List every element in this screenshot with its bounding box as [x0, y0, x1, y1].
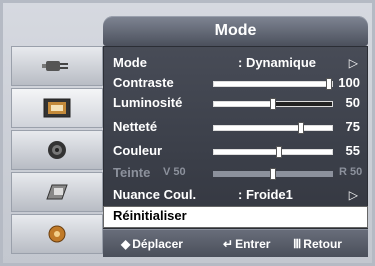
- brightness-row[interactable]: Luminosité 50: [103, 93, 368, 115]
- gear-icon: [42, 221, 72, 247]
- plug-icon: [42, 53, 72, 79]
- brightness-slider-thumb[interactable]: [270, 98, 276, 110]
- footer-hints: ◆ Déplacer ↵ Entrer Ⅲ Retour: [103, 229, 368, 257]
- sidebar-item-setup[interactable]: [11, 214, 103, 254]
- sharpness-row[interactable]: Netteté 75: [103, 117, 368, 139]
- move-hint-label: Déplacer: [132, 237, 183, 251]
- contrast-row[interactable]: Contraste 100: [103, 73, 368, 95]
- mode-arrow-icon: ▷: [348, 56, 358, 70]
- tv-osd-window: Mode Mode: Dynamique ▷ Contraste 100 Lu…: [0, 0, 375, 266]
- mode-label: Mode: [113, 55, 147, 70]
- enter-hint: ↵ Entrer: [223, 237, 270, 251]
- tint-slider: [213, 168, 333, 180]
- sidebar-item-picture[interactable]: [11, 88, 103, 128]
- sharpness-value: 75: [345, 119, 360, 134]
- color-slider[interactable]: [213, 146, 333, 158]
- tv-screen-icon: [42, 95, 72, 121]
- sharpness-slider[interactable]: [213, 122, 333, 134]
- reset-label: Réinitialiser: [113, 208, 187, 223]
- tint-left-value: V 50: [163, 166, 186, 178]
- sharpness-slider-thumb[interactable]: [298, 122, 304, 134]
- color-tone-arrow-icon: ▷: [348, 188, 358, 202]
- channel-icon: [42, 179, 72, 205]
- color-tone-value: : Froide1: [238, 187, 293, 202]
- back-hint-label: Retour: [303, 237, 342, 251]
- move-icon: ◆: [121, 237, 131, 251]
- back-icon: Ⅲ: [293, 237, 302, 251]
- reset-row[interactable]: Réinitialiser: [103, 206, 368, 228]
- sidebar-item-input[interactable]: [11, 46, 103, 86]
- contrast-slider[interactable]: [213, 78, 333, 90]
- mode-value: : Dynamique: [238, 55, 317, 70]
- contrast-slider-thumb[interactable]: [326, 78, 332, 90]
- mode-row[interactable]: Mode : Dynamique ▷: [103, 53, 368, 75]
- color-tone-label: Nuance Coul.: [113, 187, 197, 202]
- back-hint: Ⅲ Retour: [293, 237, 342, 251]
- tint-row: Teinte V 50 R 50: [103, 163, 368, 185]
- sidebar-item-sound[interactable]: [11, 130, 103, 170]
- enter-hint-label: Entrer: [235, 237, 271, 251]
- color-value: 55: [345, 143, 360, 158]
- sharpness-label: Netteté: [113, 119, 158, 134]
- contrast-label: Contraste: [113, 75, 174, 90]
- move-hint: ◆ Déplacer: [121, 237, 183, 251]
- sidebar-item-channel[interactable]: [11, 172, 103, 212]
- menu-title: Mode: [103, 16, 368, 46]
- color-label: Couleur: [113, 143, 163, 158]
- tint-slider-thumb: [270, 168, 276, 180]
- brightness-value: 50: [345, 95, 360, 110]
- contrast-value: 100: [338, 75, 360, 90]
- speaker-icon: [42, 137, 72, 163]
- color-slider-thumb[interactable]: [276, 146, 282, 158]
- color-tone-row[interactable]: Nuance Coul. : Froide1 ▷: [103, 185, 368, 207]
- tint-right-value: R 50: [339, 166, 363, 178]
- picture-menu-panel: Mode : Dynamique ▷ Contraste 100 Luminos…: [103, 46, 368, 229]
- brightness-label: Luminosité: [113, 95, 183, 110]
- tint-label: Teinte: [113, 165, 151, 180]
- color-row[interactable]: Couleur 55: [103, 141, 368, 163]
- brightness-slider[interactable]: [213, 98, 333, 110]
- enter-icon: ↵: [223, 237, 234, 251]
- sidebar-menu: [11, 46, 103, 256]
